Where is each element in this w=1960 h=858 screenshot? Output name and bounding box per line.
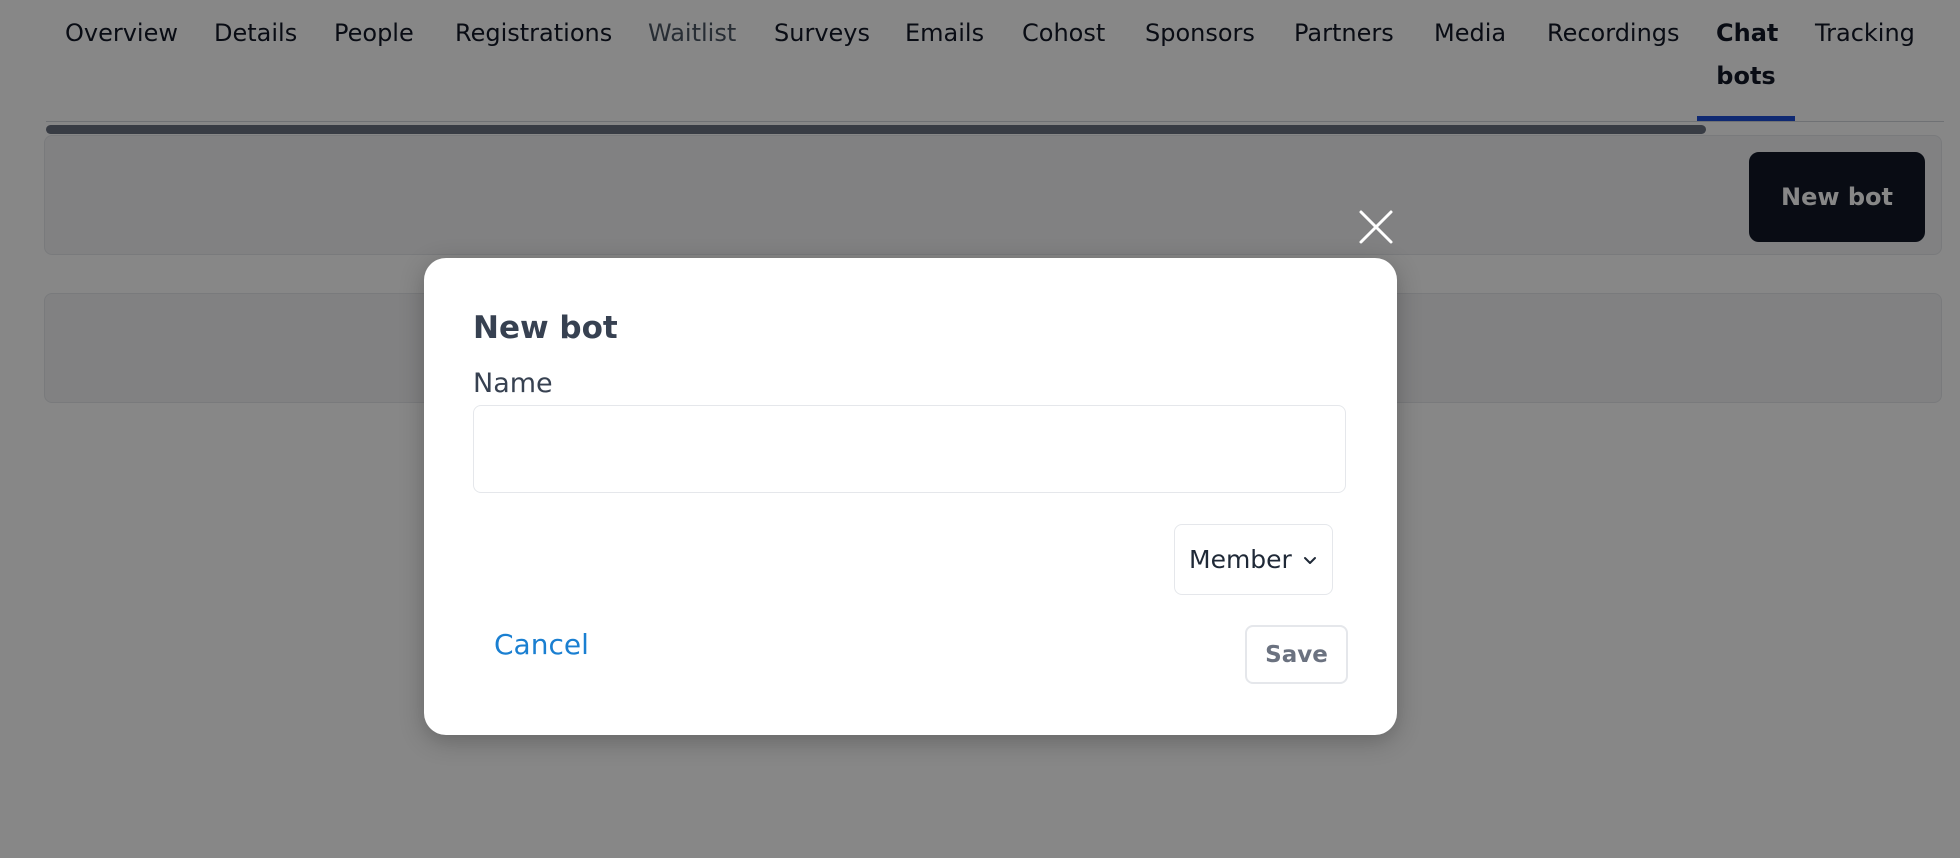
role-select[interactable]: Member: [1174, 524, 1333, 595]
dialog-title: New bot: [473, 310, 618, 346]
save-button[interactable]: Save: [1245, 625, 1348, 684]
close-icon: [1359, 210, 1393, 244]
name-input[interactable]: [473, 405, 1346, 493]
role-select-value: Member: [1189, 545, 1292, 574]
cancel-button[interactable]: Cancel: [494, 628, 589, 661]
chevron-down-icon: [1304, 557, 1316, 564]
name-label: Name: [473, 368, 553, 399]
close-modal-button[interactable]: [1354, 205, 1398, 249]
new-bot-dialog: New bot Name Member Cancel Save: [424, 258, 1397, 735]
event-chat-bots-page: Overview Details People Registrations Wa…: [0, 0, 1960, 858]
